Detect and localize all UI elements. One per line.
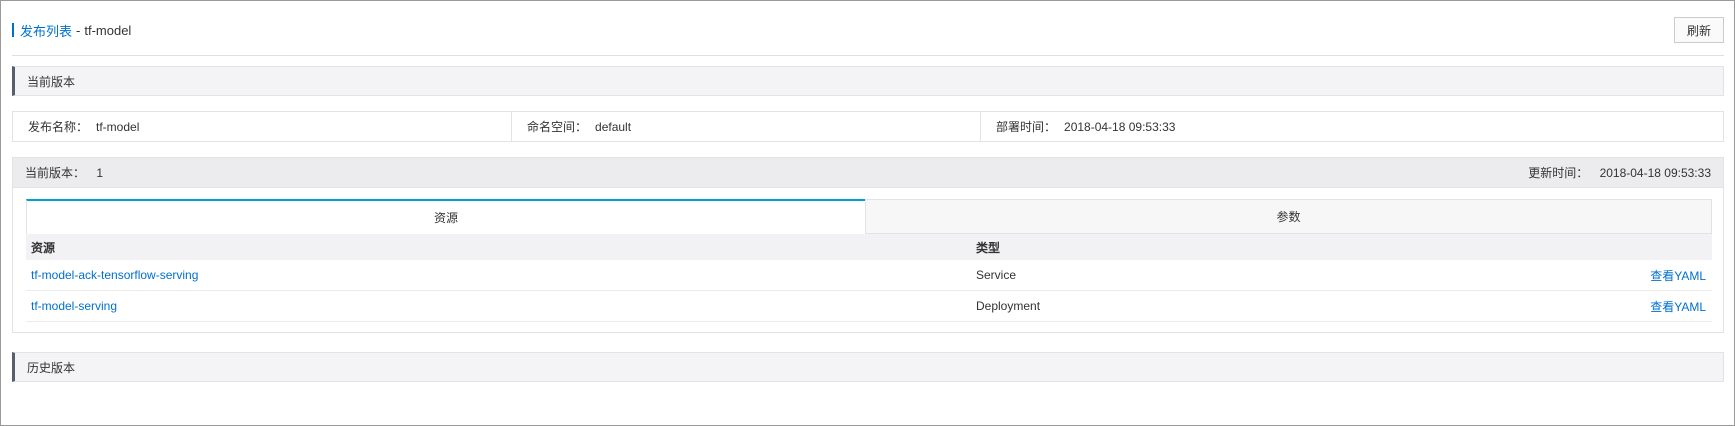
history-version-section-header: 历史版本 xyxy=(12,352,1724,382)
header-divider xyxy=(12,55,1724,56)
deploy-time-value: 2018-04-18 09:53:33 xyxy=(1064,119,1176,134)
resource-type: Deployment xyxy=(976,299,1041,313)
current-version-info: 当前版本： 1 xyxy=(25,164,103,181)
tab-resources[interactable]: 资源 xyxy=(26,199,865,234)
refresh-button[interactable]: 刷新 xyxy=(1673,17,1724,43)
updated-time-label: 更新时间： xyxy=(1528,166,1589,180)
current-version-label: 当前版本： xyxy=(25,166,86,180)
release-info-row: 发布名称： tf-model 命名空间： default 部署时间： 2018-… xyxy=(12,111,1724,142)
breadcrumb-current: tf-model xyxy=(84,22,132,38)
header-resource: 资源 xyxy=(31,240,56,255)
namespace-value: default xyxy=(595,119,632,134)
tab-parameters[interactable]: 参数 xyxy=(865,199,1712,234)
breadcrumb: 发布列表 - tf-model xyxy=(12,21,131,40)
breadcrumb-marker xyxy=(12,23,14,37)
page-header: 发布列表 - tf-model 刷新 xyxy=(12,16,1724,44)
current-version-section-title: 当前版本 xyxy=(27,74,76,89)
table-header: 资源 类型 xyxy=(26,234,1712,260)
view-yaml-link[interactable]: 查看YAML xyxy=(1650,269,1706,283)
view-yaml-link[interactable]: 查看YAML xyxy=(1650,300,1706,314)
current-version-section-header: 当前版本 xyxy=(12,66,1724,96)
release-name-value: tf-model xyxy=(96,119,140,134)
resource-link[interactable]: tf-model-ack-tensorflow-serving xyxy=(31,268,198,282)
resource-table: 资源 类型 tf-model-ack-tensorflow-serving Se… xyxy=(26,234,1712,322)
release-name-cell: 发布名称： tf-model xyxy=(13,112,512,141)
breadcrumb-separator: - xyxy=(76,22,81,38)
updated-time-info: 更新时间： 2018-04-18 09:53:33 xyxy=(1528,164,1711,181)
updated-time-value: 2018-04-18 09:53:33 xyxy=(1599,166,1711,180)
resource-link[interactable]: tf-model-serving xyxy=(31,299,117,313)
breadcrumb-release-list-link[interactable]: 发布列表 xyxy=(20,21,72,40)
history-version-section-title: 历史版本 xyxy=(27,360,76,375)
current-version-value: 1 xyxy=(96,166,104,180)
table-row: tf-model-serving Deployment 查看YAML xyxy=(26,291,1712,322)
resource-tabs: 资源 参数 xyxy=(26,199,1712,234)
deploy-time-cell: 部署时间： 2018-04-18 09:53:33 xyxy=(981,112,1723,141)
namespace-cell: 命名空间： default xyxy=(512,112,981,141)
namespace-label: 命名空间： xyxy=(527,120,588,134)
version-panel: 当前版本： 1 更新时间： 2018-04-18 09:53:33 资源 参数 … xyxy=(12,157,1724,333)
table-row: tf-model-ack-tensorflow-serving Service … xyxy=(26,260,1712,291)
release-name-label: 发布名称： xyxy=(28,120,89,134)
resource-type: Service xyxy=(976,268,1017,282)
version-bar: 当前版本： 1 更新时间： 2018-04-18 09:53:33 xyxy=(13,158,1723,188)
header-type: 类型 xyxy=(976,240,1001,255)
deploy-time-label: 部署时间： xyxy=(996,120,1057,134)
